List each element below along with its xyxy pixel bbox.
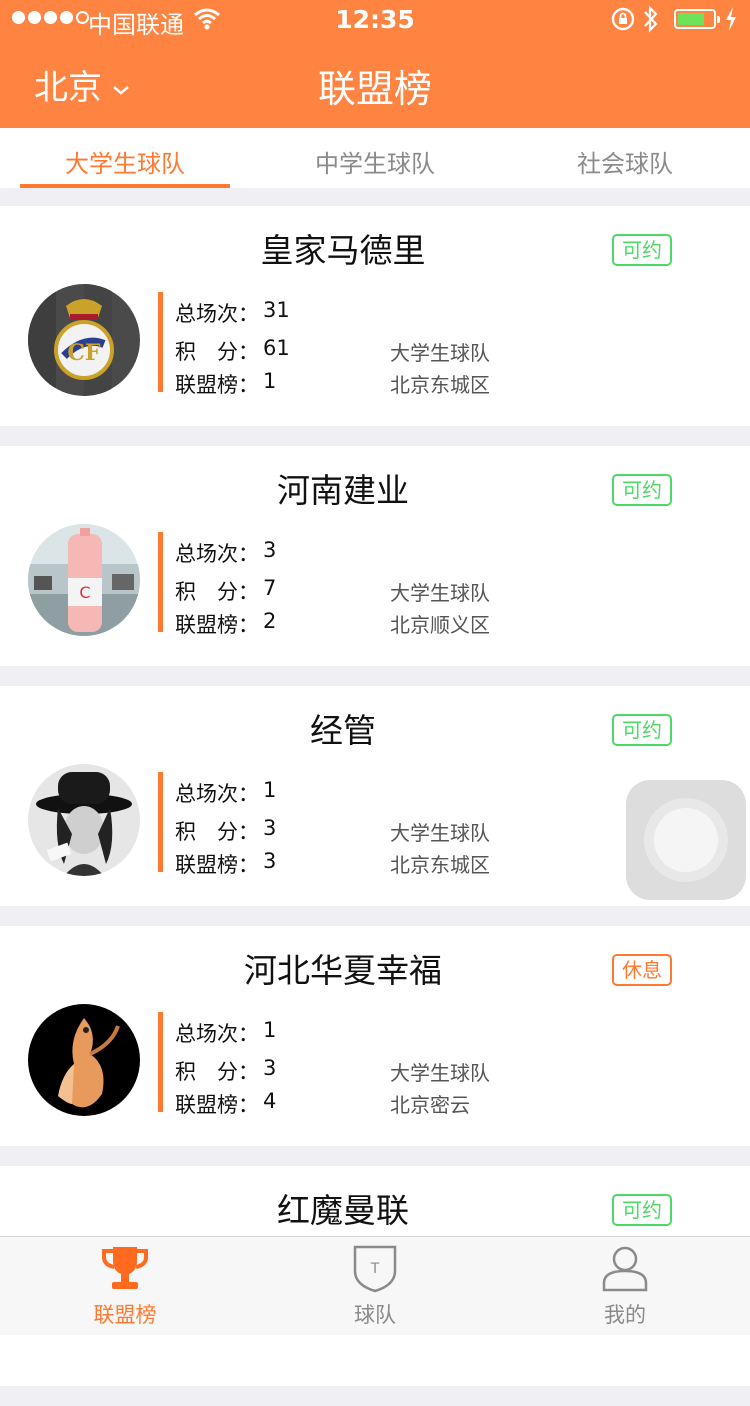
- status-badge: 休息: [612, 954, 672, 986]
- team-location: 北京东城区: [390, 373, 490, 397]
- battery-icon: [674, 9, 720, 29]
- svg-text:CF: CF: [67, 340, 101, 366]
- assistive-touch-button[interactable]: [626, 780, 746, 900]
- team-avatar: C: [28, 524, 140, 636]
- points: 积 分： 7: [175, 576, 277, 604]
- team-name: 经管: [310, 711, 376, 750]
- tabbar-label: 球队: [354, 1303, 396, 1327]
- tabbar-label: 联盟榜: [93, 1303, 157, 1327]
- tabbar-item-mine[interactable]: 我的: [500, 1237, 750, 1335]
- status-badge: 可约: [612, 1194, 672, 1226]
- city-label: 北京: [34, 68, 102, 108]
- chevron-down-icon: [112, 65, 130, 105]
- team-name: 河北华夏幸福: [244, 951, 442, 990]
- team-category: 大学生球队: [390, 821, 490, 845]
- league-rank: 联盟榜： 4: [175, 1089, 277, 1117]
- shield-icon: T: [350, 1243, 400, 1293]
- status-badge: 可约: [612, 474, 672, 506]
- accent-bar: [158, 772, 163, 872]
- team-name: 河南建业: [277, 471, 409, 510]
- status-badge: 可约: [612, 234, 672, 266]
- bottom-tab-bar: 联盟榜 T 球队 我的: [0, 1236, 750, 1335]
- team-category: 大学生球队: [390, 581, 490, 605]
- tab-middle-school-teams[interactable]: 中学生球队: [250, 128, 500, 188]
- points: 积 分： 3: [175, 1056, 277, 1084]
- charging-icon: [724, 6, 738, 38]
- orientation-lock-icon: [610, 6, 636, 38]
- tabbar-item-league[interactable]: 联盟榜: [0, 1237, 250, 1335]
- accent-bar: [158, 532, 163, 632]
- team-name: 红魔曼联: [277, 1191, 409, 1230]
- team-location: 北京密云: [390, 1093, 470, 1117]
- tab-university-teams[interactable]: 大学生球队: [0, 128, 250, 188]
- team-category: 大学生球队: [390, 1061, 490, 1085]
- status-time: 12:35: [335, 5, 415, 34]
- team-avatar: [28, 1004, 140, 1116]
- team-location: 北京东城区: [390, 853, 490, 877]
- user-icon: [600, 1243, 650, 1293]
- trophy-icon: [100, 1243, 150, 1293]
- bluetooth-icon: [642, 4, 660, 40]
- app-header: 中国联通 12:35 北京 联盟榜: [0, 0, 750, 128]
- points: 积 分： 3: [175, 816, 277, 844]
- team-card[interactable]: 皇家马德里 可约 CF 总场次： 31 积 分： 61 联盟榜： 1 大学生球队 北京…: [0, 206, 750, 426]
- team-card[interactable]: 河北华夏幸福 休息 总场次： 1 积 分： 3 联盟榜： 4 大学生球队 北京密云: [0, 926, 750, 1146]
- total-games: 总场次： 31: [175, 298, 290, 326]
- league-rank: 联盟榜： 2: [175, 609, 277, 637]
- category-tabs: 大学生球队 中学生球队 社会球队: [0, 128, 750, 188]
- status-bar: 中国联通 12:35: [0, 0, 750, 40]
- total-games: 总场次： 1: [175, 1018, 277, 1046]
- status-badge: 可约: [612, 714, 672, 746]
- league-rank: 联盟榜： 1: [175, 369, 277, 397]
- tab-social-teams[interactable]: 社会球队: [500, 128, 750, 188]
- city-selector[interactable]: 北京: [34, 60, 130, 109]
- tabbar-label: 我的: [604, 1303, 646, 1327]
- total-games: 总场次： 1: [175, 778, 277, 806]
- accent-bar: [158, 1012, 163, 1112]
- svg-text:C: C: [79, 583, 90, 602]
- total-games: 总场次： 3: [175, 538, 277, 566]
- team-location: 北京顺义区: [390, 613, 490, 637]
- team-avatar: [28, 764, 140, 876]
- league-rank: 联盟榜： 3: [175, 849, 277, 877]
- tabbar-item-team[interactable]: T 球队: [250, 1237, 500, 1335]
- accent-bar: [158, 292, 163, 392]
- team-avatar: CF: [28, 284, 140, 396]
- points: 积 分： 61: [175, 336, 290, 364]
- svg-text:T: T: [370, 1261, 380, 1277]
- team-card[interactable]: 河南建业 可约 C 总场次： 3 积 分： 7 联盟榜： 2 大学生球队 北京顺义区: [0, 446, 750, 666]
- team-name: 皇家马德里: [260, 231, 426, 270]
- team-category: 大学生球队: [390, 341, 490, 365]
